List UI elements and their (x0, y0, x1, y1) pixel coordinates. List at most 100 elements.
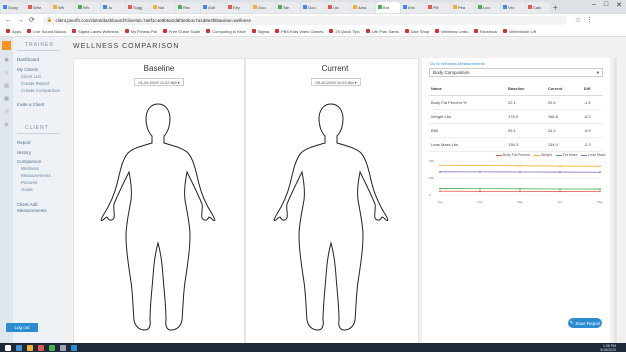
current-date-select[interactable]: 05-15-2020 11:03 AM ▾ (311, 78, 361, 86)
bookmark-item[interactable]: Lift! Prac Sams (365, 29, 399, 34)
bookmark-item[interactable]: My Fitness Pal (124, 29, 157, 34)
bookmark-item[interactable]: PBS Kids Video Games (275, 29, 323, 34)
maximize-icon[interactable]: □ (604, 1, 608, 9)
legend-item[interactable]: Weight (534, 153, 552, 157)
bookmark-item[interactable]: Free Guitar Scale (162, 29, 200, 34)
category-select[interactable]: Body Composition ▾ (429, 68, 603, 77)
star-icon[interactable]: ☆ (575, 16, 581, 24)
browser-tab[interactable]: Guit (201, 1, 225, 13)
data-point[interactable] (519, 171, 521, 173)
legend-item[interactable]: Fat Mass (555, 153, 577, 157)
browser-icon[interactable] (38, 344, 44, 351)
app-icon[interactable] (71, 344, 77, 351)
browser-tab[interactable]: Wh (51, 1, 75, 13)
browser-tab[interactable]: Wh (76, 1, 100, 13)
legend-item[interactable]: Body Fat Percent (496, 153, 530, 157)
sidebar-item-client-add-measurements[interactable]: Client Add Measurements (17, 202, 57, 214)
data-point[interactable] (439, 190, 441, 193)
data-point[interactable] (439, 170, 441, 173)
forward-icon[interactable]: → (17, 17, 24, 24)
reload-icon[interactable]: ⟳ (29, 16, 35, 24)
bookmark-item[interactable]: Sigma (251, 29, 269, 34)
bookmark-item[interactable]: Apps (6, 29, 21, 34)
browser-tab[interactable]: Ju (101, 1, 125, 13)
browser-tab[interactable]: Key (226, 1, 250, 13)
browser-tab[interactable]: Nut (151, 1, 175, 13)
save-report-button[interactable]: ✎ Save Report (568, 318, 602, 328)
bookmark-item[interactable]: Dice Shop (404, 29, 429, 34)
logout-button[interactable]: Log out (6, 323, 38, 332)
sidebar-item-report[interactable]: Report (17, 140, 31, 145)
bookmark-item[interactable]: Live Sound Basics (27, 29, 66, 34)
legend-item[interactable]: Lean Mass (581, 153, 605, 157)
person-icon[interactable]: ◉ (3, 57, 10, 63)
browser-tab[interactable]: Bra (376, 1, 400, 13)
browser-tab[interactable]: Whe (26, 1, 50, 13)
data-point[interactable] (599, 165, 601, 168)
sidebar-item-client-list[interactable]: Client List (21, 74, 41, 79)
data-point[interactable] (559, 190, 561, 193)
browser-tab[interactable]: Eric (401, 1, 425, 13)
data-point[interactable] (519, 190, 521, 193)
data-point[interactable] (439, 164, 441, 167)
calculator-icon[interactable] (60, 344, 66, 351)
minimize-icon[interactable]: – (592, 1, 596, 9)
browser-tab[interactable]: Ste (276, 1, 300, 13)
sidebar-item-history[interactable]: History (17, 150, 31, 155)
browser-tab[interactable]: Goog (1, 1, 25, 13)
data-point[interactable] (559, 171, 561, 173)
sidebar-item-dashboard[interactable]: Dashboard (17, 57, 39, 62)
browser-tab[interactable]: Ulc (326, 1, 350, 13)
data-point[interactable] (479, 187, 481, 190)
bookmark-item[interactable]: 25 Quick Tips (329, 29, 360, 34)
bookmark-item[interactable]: Computing in Kitch (206, 29, 246, 34)
url-field[interactable]: 🔒 client.peerfit.com/client/dashboard?cl… (42, 15, 567, 25)
browser-tab[interactable]: Goo (301, 1, 325, 13)
data-point[interactable] (479, 164, 481, 167)
sidebar-item-wellness[interactable]: Wellness (21, 166, 39, 171)
menu-icon[interactable]: ⋮ (586, 16, 593, 24)
data-point[interactable] (599, 188, 601, 190)
browser-tab[interactable]: Sugg (126, 1, 150, 13)
browser-tab[interactable]: Rec (176, 1, 200, 13)
browser-tab[interactable]: Vid (501, 1, 525, 13)
new-tab-icon[interactable]: + (553, 3, 558, 12)
browser-tab[interactable]: Fitr (426, 1, 450, 13)
data-point[interactable] (519, 164, 521, 167)
browser-tab[interactable]: Loo (476, 1, 500, 13)
settings-icon[interactable]: ⚙ (3, 122, 10, 128)
search-taskbar-icon[interactable] (16, 344, 22, 351)
browser-tab[interactable]: Ama (351, 1, 375, 13)
baseline-date-select[interactable]: 01-04-2020 11:22 AM ▾ (134, 78, 184, 86)
bookmark-item[interactable]: Wellness Links (435, 29, 468, 34)
search-icon[interactable]: ⌕ (3, 70, 10, 76)
data-point[interactable] (559, 165, 561, 167)
app-icon[interactable] (49, 344, 55, 351)
browser-tab[interactable]: Pea (451, 1, 475, 13)
data-point[interactable] (439, 187, 441, 190)
bookmark-item[interactable]: Sigma Lanes Wellness (72, 29, 119, 34)
sidebar-item-invite-client[interactable]: Invite a Client (17, 102, 44, 107)
calendar-icon[interactable]: ▦ (3, 96, 10, 102)
sidebar-item-my-clients[interactable]: My Clients (17, 67, 38, 72)
start-icon[interactable] (5, 344, 11, 351)
sidebar-item-create-report[interactable]: Create Report (21, 81, 49, 86)
sidebar-item-measurements[interactable]: Measurements (21, 173, 51, 178)
data-point[interactable] (519, 187, 521, 190)
history-icon[interactable]: ◷ (3, 109, 10, 115)
sidebar-item-comparison[interactable]: Comparison (17, 159, 41, 164)
data-point[interactable] (559, 188, 561, 190)
chart-icon[interactable]: ▤ (3, 83, 10, 89)
browser-tab[interactable]: Goo (251, 1, 275, 13)
data-point[interactable] (599, 190, 601, 193)
wellness-measurements-link[interactable]: Go to Wellness Measurements (430, 61, 485, 66)
bookmark-item[interactable]: Facebook (473, 29, 497, 34)
sidebar-item-goals[interactable]: Goals (21, 187, 33, 192)
browser-tab[interactable]: Calc (526, 1, 550, 13)
data-point[interactable] (479, 190, 481, 193)
bookmark-item[interactable]: Wheelchair Lift (503, 29, 536, 34)
data-point[interactable] (479, 170, 481, 173)
sidebar-item-create-comparison[interactable]: Create Comparison (21, 88, 60, 93)
system-clock[interactable]: 1:38 PM 5/15/2020 (600, 344, 616, 352)
file-explorer-icon[interactable] (27, 344, 33, 351)
